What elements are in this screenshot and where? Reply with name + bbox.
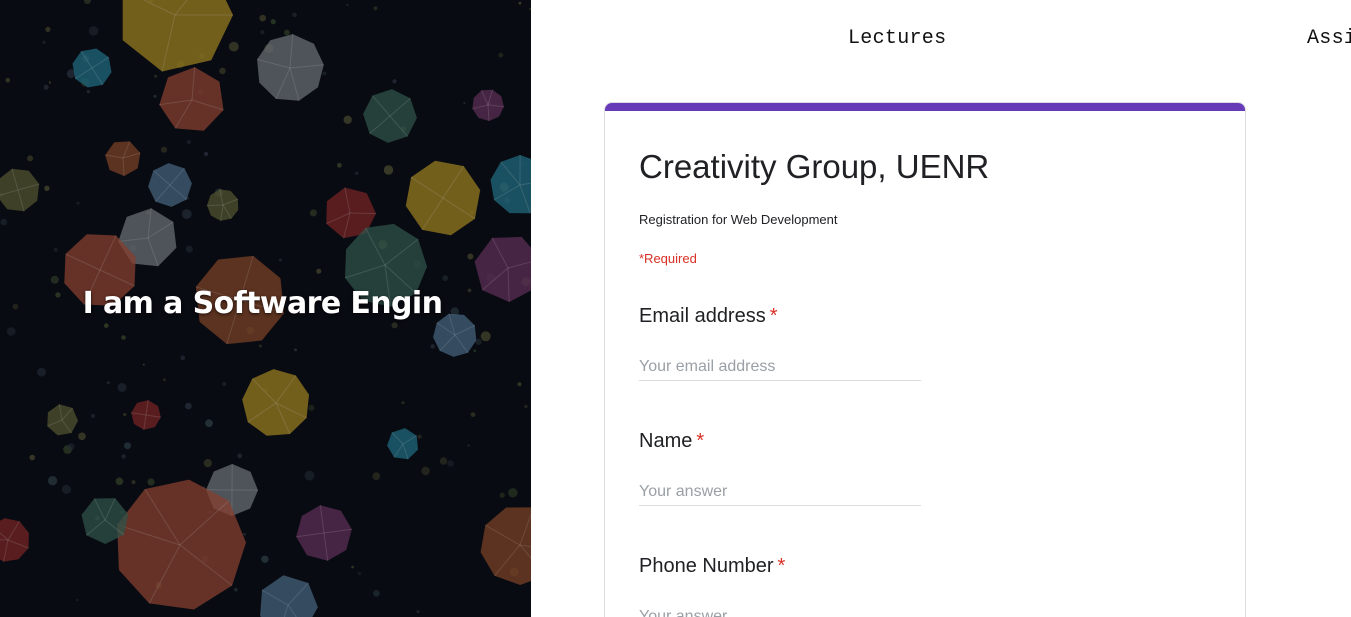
form-title: Creativity Group, UENR <box>639 148 990 185</box>
hero-typing-title: I am a Software Engin <box>82 286 443 321</box>
question-label: Name * <box>639 430 1199 453</box>
required-note: *Required <box>639 251 697 266</box>
form-description: Registration for Web Development <box>639 212 838 227</box>
nav-item-assignments[interactable]: Assi <box>1307 27 1351 50</box>
question-label-text: Email address <box>639 305 766 327</box>
email-field[interactable] <box>639 353 921 381</box>
phone-number-field[interactable] <box>639 603 921 617</box>
name-field[interactable] <box>639 478 921 506</box>
question-label-text: Name <box>639 430 693 452</box>
question-label: Email address * <box>639 305 1199 328</box>
form-card: Creativity Group, UENR Registration for … <box>604 102 1246 617</box>
question-label-text: Phone Number <box>639 555 774 577</box>
nav-item-lectures[interactable]: Lectures <box>848 27 946 50</box>
top-nav: Lectures Assi <box>531 0 1351 75</box>
question-label: Phone Number * <box>639 555 1199 578</box>
hero-panel: I am a Software Engin <box>0 0 531 617</box>
question-name: Name * <box>639 430 1199 506</box>
question-phone: Phone Number * <box>639 555 1199 617</box>
required-star: * <box>769 305 778 327</box>
required-star: * <box>777 555 786 577</box>
required-star: * <box>696 430 705 452</box>
question-email: Email address * <box>639 305 1199 381</box>
form-accent-bar <box>605 103 1245 111</box>
